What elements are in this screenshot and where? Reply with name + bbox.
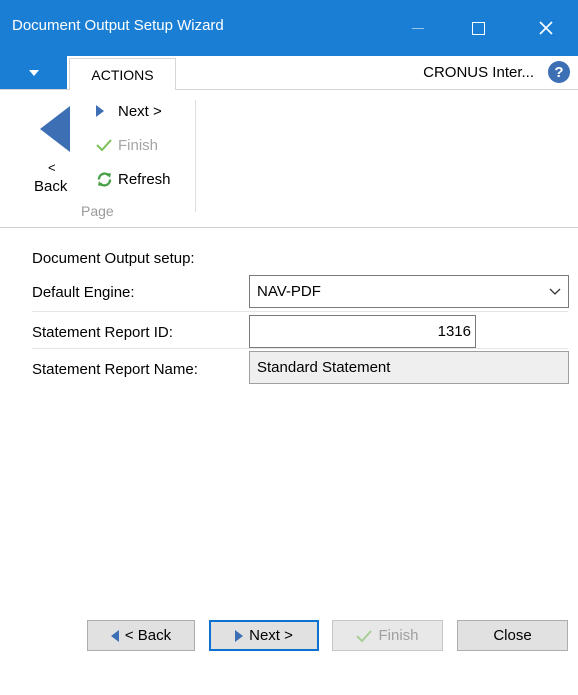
minimize-icon [412, 27, 424, 29]
ribbon-finish-button[interactable]: Finish [96, 134, 158, 156]
ribbon-tab-row: ACTIONS CRONUS Inter... ? [0, 56, 578, 91]
back-label: Back [34, 178, 68, 195]
row-divider [32, 348, 568, 349]
checkmark-icon [96, 139, 112, 152]
close-button[interactable]: Close [457, 620, 568, 651]
maximize-icon [471, 21, 485, 35]
statement-report-name-field: Standard Statement [249, 351, 569, 384]
statement-report-name-label: Statement Report Name: [32, 361, 198, 378]
ribbon-next-button[interactable]: Next > [96, 100, 162, 122]
title-bar[interactable]: Document Output Setup Wizard [0, 0, 578, 56]
next-button-label: Next > [249, 627, 293, 644]
next-button[interactable]: Next > [209, 620, 319, 651]
default-engine-value: NAV-PDF [257, 283, 321, 300]
ribbon-refresh-label: Refresh [118, 170, 171, 188]
help-icon[interactable]: ? [548, 61, 570, 83]
ribbon-back-button[interactable]: < Back [32, 104, 82, 195]
application-menu-button[interactable] [0, 56, 67, 89]
ribbon-finish-label: Finish [118, 136, 159, 154]
refresh-icon [97, 171, 112, 187]
statement-report-id-label: Statement Report ID: [32, 324, 173, 341]
back-button[interactable]: < Back [87, 620, 195, 651]
minimize-button[interactable] [392, 0, 444, 56]
back-arrow-icon [40, 106, 70, 152]
default-engine-select[interactable]: NAV-PDF [249, 275, 569, 308]
back-arrow-text: < [48, 160, 56, 175]
ribbon-group-divider [195, 100, 196, 212]
checkmark-icon [356, 629, 373, 642]
ribbon: < Back Next > Finish Refresh Page [0, 90, 578, 228]
back-button-label: < Back [124, 627, 172, 644]
ribbon-refresh-button[interactable]: Refresh [96, 168, 171, 190]
close-button-label: Close [493, 627, 532, 644]
tab-actions[interactable]: ACTIONS [69, 58, 176, 91]
next-arrow-icon [96, 105, 104, 117]
ribbon-next-label: Next > [118, 102, 162, 120]
finish-button-label: Finish [378, 627, 419, 644]
ribbon-group-label: Page [81, 203, 114, 219]
chevron-down-icon [549, 288, 561, 295]
row-divider [32, 311, 568, 312]
maximize-button[interactable] [452, 0, 504, 56]
section-caption: Document Output setup: [32, 250, 195, 267]
close-icon [539, 21, 553, 35]
back-arrow-icon [110, 629, 119, 642]
window-title: Document Output Setup Wizard [12, 17, 224, 34]
default-engine-label: Default Engine: [32, 284, 135, 301]
company-name[interactable]: CRONUS Inter... [423, 64, 534, 81]
close-window-button[interactable] [520, 0, 572, 56]
chevron-down-icon [28, 69, 39, 76]
statement-report-id-field[interactable]: 1316 [249, 315, 476, 348]
next-arrow-icon [235, 629, 244, 642]
finish-button[interactable]: Finish [332, 620, 443, 651]
